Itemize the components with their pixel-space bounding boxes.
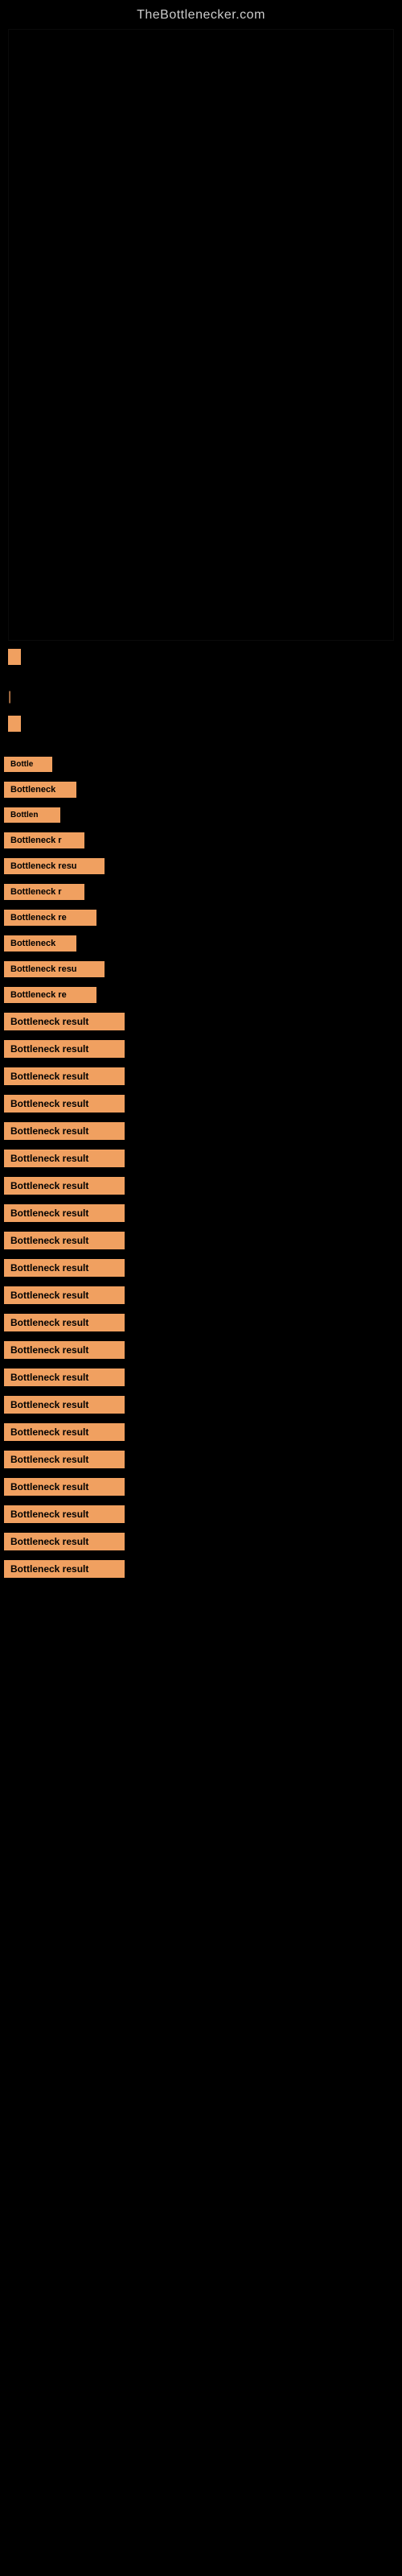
bottleneck-item-10[interactable]: Bottleneck re [4, 910, 398, 926]
bottleneck-item-24[interactable]: Bottleneck result [4, 1286, 398, 1304]
bottleneck-item-27[interactable]: Bottleneck result [4, 1368, 398, 1386]
bottleneck-item-12[interactable]: Bottleneck resu [4, 961, 398, 977]
bottleneck-item-18[interactable]: Bottleneck result [4, 1122, 398, 1140]
bottleneck-badge-5: Bottleneck [4, 782, 76, 798]
bottleneck-badge-18: Bottleneck result [4, 1122, 125, 1140]
bottleneck-badge-8: Bottleneck resu [4, 858, 105, 874]
bottleneck-badge-30: Bottleneck result [4, 1451, 125, 1468]
bottleneck-badge-21: Bottleneck result [4, 1204, 125, 1222]
bottleneck-item-15[interactable]: Bottleneck result [4, 1040, 398, 1058]
bottleneck-item-6[interactable]: Bottlen [4, 807, 398, 823]
bottleneck-item-4[interactable]: Bottle [4, 757, 398, 772]
bottleneck-badge-11: Bottleneck [4, 935, 76, 952]
bottleneck-item-13[interactable]: Bottleneck re [4, 987, 398, 1003]
bottleneck-item-33[interactable]: Bottleneck result [4, 1533, 398, 1550]
bottleneck-item-34[interactable]: Bottleneck result [4, 1560, 398, 1578]
bottleneck-item-32[interactable]: Bottleneck result [4, 1505, 398, 1523]
indicator-e1 [8, 649, 21, 665]
bottleneck-item-19[interactable]: Bottleneck result [4, 1150, 398, 1167]
bottleneck-item-23[interactable]: Bottleneck result [4, 1259, 398, 1277]
indicator-e2 [8, 716, 21, 732]
bottleneck-badge-32: Bottleneck result [4, 1505, 125, 1523]
bottleneck-item-17[interactable]: Bottleneck result [4, 1095, 398, 1113]
bottleneck-item-31[interactable]: Bottleneck result [4, 1478, 398, 1496]
bottleneck-badge-25: Bottleneck result [4, 1314, 125, 1331]
bottleneck-item-25[interactable]: Bottleneck result [4, 1314, 398, 1331]
bottleneck-item-20[interactable]: Bottleneck result [4, 1177, 398, 1195]
bottleneck-item-28[interactable]: Bottleneck result [4, 1396, 398, 1414]
bottleneck-badge-28: Bottleneck result [4, 1396, 125, 1414]
bottleneck-item-5[interactable]: Bottleneck [4, 782, 398, 798]
bottleneck-badge-7: Bottleneck r [4, 832, 84, 848]
bottleneck-badge-16: Bottleneck result [4, 1067, 125, 1085]
bottleneck-badge-19: Bottleneck result [4, 1150, 125, 1167]
bottleneck-badge-31: Bottleneck result [4, 1478, 125, 1496]
bottleneck-badge-10: Bottleneck re [4, 910, 96, 926]
bottleneck-item-14[interactable]: Bottleneck result [4, 1013, 398, 1030]
bottleneck-item-21[interactable]: Bottleneck result [4, 1204, 398, 1222]
site-title: TheBottlenecker.com [0, 0, 402, 29]
bottleneck-badge-34: Bottleneck result [4, 1560, 125, 1578]
bottleneck-item-11[interactable]: Bottleneck [4, 935, 398, 952]
bottleneck-badge-20: Bottleneck result [4, 1177, 125, 1195]
bottleneck-item-8[interactable]: Bottleneck resu [4, 858, 398, 874]
bottleneck-badge-12: Bottleneck resu [4, 961, 105, 977]
bottleneck-badge-23: Bottleneck result [4, 1259, 125, 1277]
bottleneck-item-22[interactable]: Bottleneck result [4, 1232, 398, 1249]
bottleneck-badge-15: Bottleneck result [4, 1040, 125, 1058]
bottleneck-badge-24: Bottleneck result [4, 1286, 125, 1304]
bottleneck-list: Bottle Bottleneck Bottlen Bottleneck r B… [0, 757, 402, 1578]
bottleneck-badge-14: Bottleneck result [4, 1013, 125, 1030]
bottleneck-item-7[interactable]: Bottleneck r [4, 832, 398, 848]
main-chart-area [8, 29, 394, 641]
bottleneck-badge-29: Bottleneck result [4, 1423, 125, 1441]
bottleneck-badge-9: Bottleneck r [4, 884, 84, 900]
bottleneck-item-30[interactable]: Bottleneck result [4, 1451, 398, 1468]
bottleneck-item-16[interactable]: Bottleneck result [4, 1067, 398, 1085]
bottleneck-badge-27: Bottleneck result [4, 1368, 125, 1386]
small-indicators: | [0, 641, 402, 745]
bottleneck-item-29[interactable]: Bottleneck result [4, 1423, 398, 1441]
bottleneck-badge-4: Bottle [4, 757, 52, 772]
bottleneck-badge-22: Bottleneck result [4, 1232, 125, 1249]
bottleneck-badge-17: Bottleneck result [4, 1095, 125, 1113]
bottleneck-item-26[interactable]: Bottleneck result [4, 1341, 398, 1359]
bottleneck-badge-26: Bottleneck result [4, 1341, 125, 1359]
bottleneck-badge-33: Bottleneck result [4, 1533, 125, 1550]
bottleneck-item-9[interactable]: Bottleneck r [4, 884, 398, 900]
site-title-container: TheBottlenecker.com [0, 0, 402, 29]
bottleneck-badge-6: Bottlen [4, 807, 60, 823]
pipe-indicator: | [8, 690, 11, 704]
bottleneck-badge-13: Bottleneck re [4, 987, 96, 1003]
